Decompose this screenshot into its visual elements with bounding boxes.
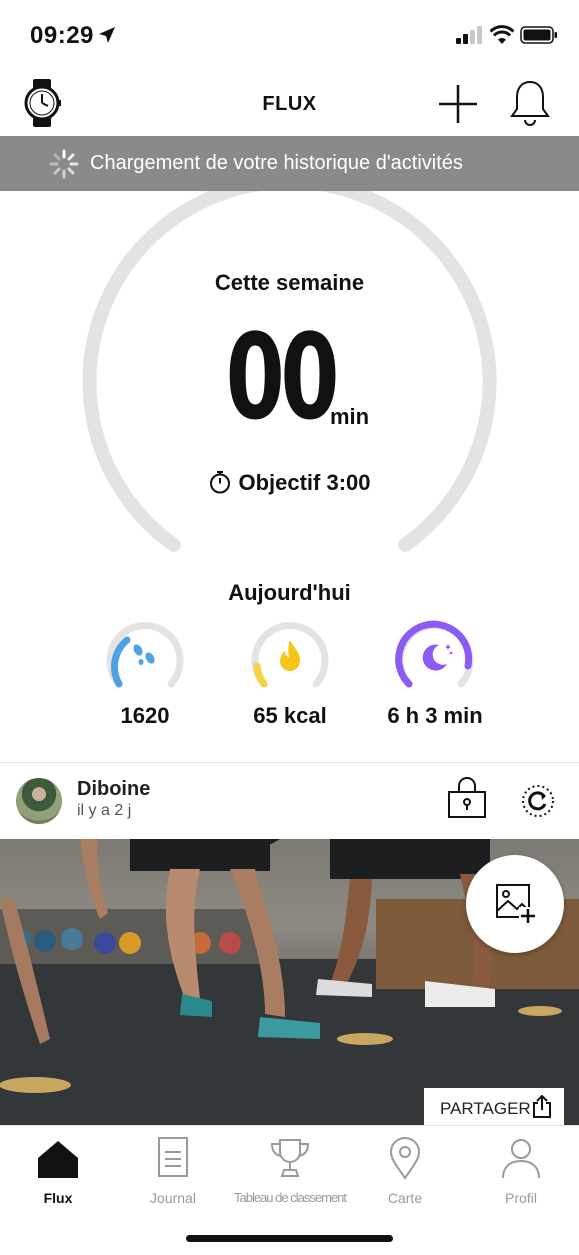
calories-ring[interactable] — [250, 618, 330, 694]
status-time: 09:29 — [30, 22, 94, 49]
nav-item-leaderboard[interactable]: Tableau de classement — [232, 1136, 348, 1206]
notification-bell-icon[interactable] — [508, 78, 552, 128]
week-value-row: 00 — [0, 318, 579, 436]
nav-label-flux: Flux — [43, 1190, 73, 1206]
add-photo-button[interactable] — [466, 855, 564, 953]
home-indicator — [186, 1235, 393, 1242]
flame-icon — [280, 640, 300, 671]
status-bar: 09:29 — [0, 0, 579, 72]
calories-value: 65 kcal — [253, 703, 327, 728]
cellular-signal-icon — [456, 26, 482, 44]
share-icon — [533, 1095, 551, 1118]
lock-icon[interactable] — [447, 775, 487, 819]
footsteps-icon — [133, 644, 155, 665]
map-pin-icon — [389, 1137, 421, 1180]
post-user-name[interactable]: Diboine — [77, 778, 150, 801]
profile-icon — [502, 1139, 540, 1179]
goal-text: Objectif 3:00 — [238, 470, 371, 495]
divider — [0, 762, 579, 763]
add-photo-icon — [496, 884, 537, 925]
nav-label-carte: Carte — [387, 1190, 423, 1206]
nav-label-profil: Profil — [505, 1190, 537, 1206]
nav-item-carte[interactable]: Carte — [347, 1136, 463, 1206]
weekly-goal[interactable]: Objectif 3:00 — [0, 470, 579, 496]
page-title: FLUX — [262, 93, 317, 115]
post-time: il y a 2 j — [77, 802, 132, 819]
sleep-value: 6 h 3 min — [387, 703, 483, 728]
home-icon — [38, 1141, 78, 1178]
spinner-icon — [49, 149, 79, 179]
location-arrow-icon — [99, 27, 115, 43]
nav-label-journal: Journal — [150, 1190, 196, 1206]
journal-icon — [158, 1137, 188, 1177]
week-label: Cette semaine — [214, 270, 365, 295]
sync-status-icon[interactable] — [521, 784, 555, 818]
app-header: FLUX — [0, 72, 579, 136]
battery-icon — [520, 26, 557, 44]
week-minutes-value: 00 — [226, 308, 340, 446]
steps-value: 1620 — [120, 703, 170, 728]
week-unit: min — [330, 404, 370, 429]
trophy-icon — [270, 1139, 310, 1177]
nav-item-flux[interactable]: Flux — [0, 1136, 116, 1206]
wifi-icon — [490, 25, 514, 44]
loading-banner: Chargement de votre historique d'activit… — [0, 136, 579, 191]
stopwatch-icon — [210, 471, 231, 494]
avatar[interactable] — [16, 778, 62, 824]
moon-icon — [422, 644, 447, 671]
loading-text: Chargement de votre historique d'activit… — [90, 152, 463, 174]
add-icon[interactable] — [436, 82, 480, 126]
share-label: PARTAGER — [440, 1099, 531, 1118]
nav-label-leaderboard: Tableau de classement — [234, 1190, 347, 1205]
today-label: Aujourd'hui — [228, 580, 351, 605]
steps-ring[interactable] — [105, 618, 185, 694]
nav-item-profil[interactable]: Profil — [463, 1136, 579, 1206]
share-button[interactable]: PARTAGER — [424, 1088, 564, 1128]
sleep-ring[interactable] — [395, 618, 475, 694]
nav-item-journal[interactable]: Journal — [115, 1136, 231, 1206]
